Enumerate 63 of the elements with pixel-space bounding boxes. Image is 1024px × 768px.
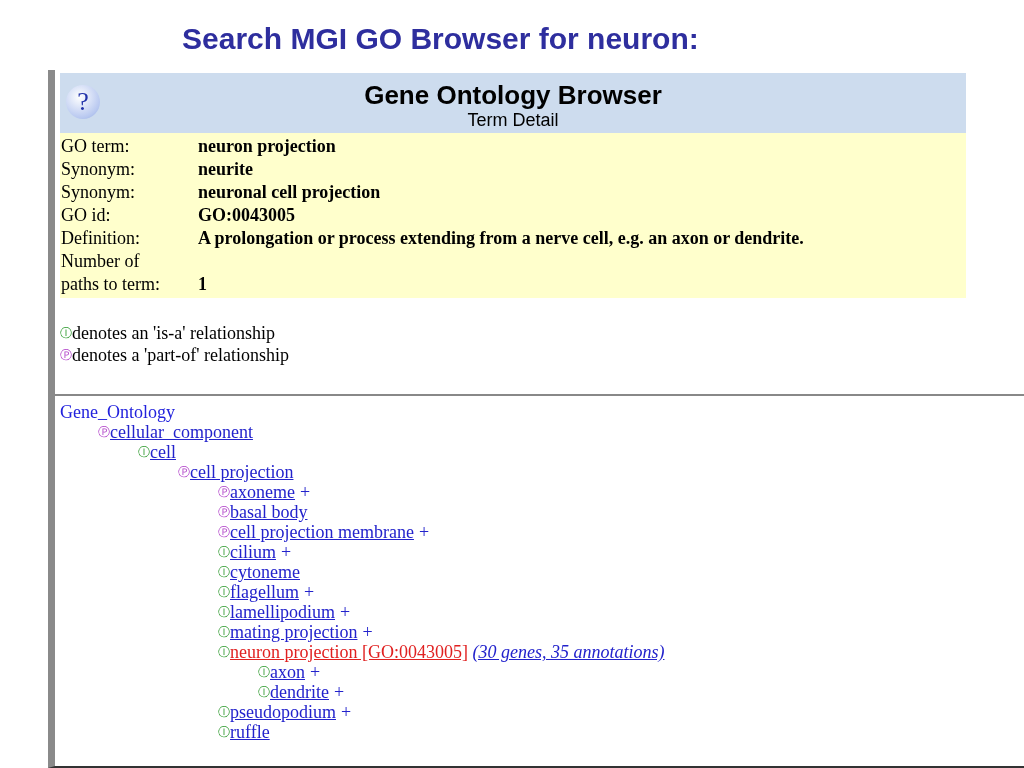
expand-sign[interactable]: + xyxy=(418,522,430,542)
field-value: 1 xyxy=(198,273,208,296)
field-label: Synonym: xyxy=(61,158,136,181)
relation-symbol: Ⓟ xyxy=(218,525,230,539)
help-icon[interactable]: ? xyxy=(66,85,100,119)
relation-symbol: Ⓘ xyxy=(218,545,230,559)
term-link[interactable]: cell projection xyxy=(190,462,294,482)
relation-symbol: Ⓘ xyxy=(60,326,72,340)
expand-sign[interactable]: + xyxy=(310,662,321,682)
relation-symbol: Ⓟ xyxy=(178,465,190,479)
field-label: GO id: xyxy=(61,204,112,227)
field-label: GO term: xyxy=(61,135,131,158)
relation-symbol: Ⓘ xyxy=(218,605,230,619)
relation-symbol: Ⓟ xyxy=(60,348,72,362)
current-term[interactable]: neuron projection [GO:0043005] xyxy=(230,642,468,662)
expand-sign[interactable]: + xyxy=(341,702,352,722)
term-link[interactable]: cell xyxy=(150,442,176,462)
tree-root: Gene_Ontology xyxy=(60,402,176,422)
term-link[interactable]: cilium xyxy=(230,542,276,562)
term-link[interactable]: cellular_component xyxy=(110,422,253,442)
field-value: A prolongation or process extending from a nerve cell, e.g. an axon or dendrite. xyxy=(198,227,805,250)
field-value: neuronal cell projection xyxy=(198,181,382,204)
relation-symbol: Ⓘ xyxy=(218,725,230,739)
legend-text: denotes a 'part-of' relationship xyxy=(72,345,289,365)
page-title: Gene Ontology Browser xyxy=(364,80,662,110)
field-value: GO:0043005 xyxy=(198,204,296,227)
relation-symbol: Ⓘ xyxy=(218,705,230,719)
slide-title: Search MGI GO Browser for neuron: xyxy=(181,21,700,57)
expand-sign[interactable]: + xyxy=(340,602,351,622)
relation-symbol: Ⓘ xyxy=(258,665,270,679)
expand-sign[interactable]: + xyxy=(299,482,311,502)
relation-symbol: Ⓘ xyxy=(218,625,230,639)
expand-sign[interactable]: + xyxy=(362,622,373,642)
term-link[interactable]: cytoneme xyxy=(230,562,300,582)
relation-symbol: Ⓘ xyxy=(218,565,230,579)
expand-sign[interactable]: + xyxy=(304,582,315,602)
legend-text: denotes an 'is-a' relationship xyxy=(72,323,275,343)
term-link[interactable]: axoneme xyxy=(230,482,295,502)
relation-symbol: Ⓘ xyxy=(218,585,230,599)
relation-symbol: Ⓘ xyxy=(218,645,230,659)
relation-symbol: Ⓘ xyxy=(138,445,150,459)
term-link[interactable]: pseudopodium xyxy=(230,702,336,722)
term-link[interactable]: dendrite xyxy=(270,682,329,702)
term-link[interactable]: axon xyxy=(270,662,305,682)
term-link[interactable]: cell projection membrane xyxy=(230,522,414,542)
field-label: Synonym: xyxy=(61,181,136,204)
annotations-link[interactable]: (30 genes, 35 annotations) xyxy=(472,642,665,662)
term-link[interactable]: ruffle xyxy=(230,722,270,742)
term-link[interactable]: lamellipodium xyxy=(230,602,335,622)
field-label: Number of paths to term: xyxy=(61,250,161,296)
expand-sign[interactable]: + xyxy=(334,682,345,702)
field-label: Definition: xyxy=(61,227,141,250)
page-subtitle: Term Detail xyxy=(467,110,559,130)
relation-symbol: Ⓘ xyxy=(258,685,270,699)
expand-sign[interactable]: + xyxy=(281,542,292,562)
relation-symbol: Ⓟ xyxy=(218,485,230,499)
term-link[interactable]: basal body xyxy=(230,502,308,522)
relation-symbol: Ⓟ xyxy=(218,505,230,519)
relation-symbol: Ⓟ xyxy=(98,425,110,439)
field-value: neuron projection xyxy=(198,135,337,158)
field-value: neurite xyxy=(198,158,254,181)
term-link[interactable]: mating projection xyxy=(230,622,358,642)
term-link[interactable]: flagellum xyxy=(230,582,299,602)
